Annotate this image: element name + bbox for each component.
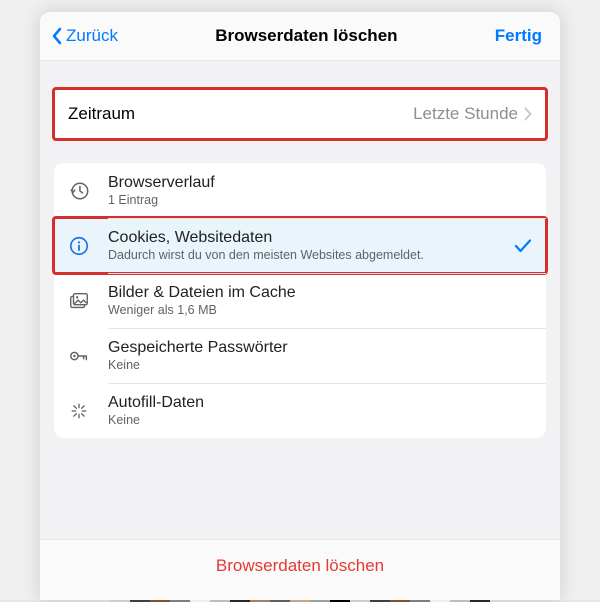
content: Zeitraum Letzte Stunde Browserverlauf 1 … (40, 61, 560, 539)
back-label: Zurück (66, 26, 118, 46)
info-icon (68, 235, 108, 257)
item-cookies[interactable]: Cookies, Websitedaten Dadurch wirst du v… (54, 218, 546, 273)
item-title: Gespeicherte Passwörter (108, 339, 532, 357)
item-passwords[interactable]: Gespeicherte Passwörter Keine (54, 328, 546, 383)
item-text: Gespeicherte Passwörter Keine (108, 339, 532, 372)
time-range-row[interactable]: Zeitraum Letzte Stunde (54, 89, 546, 139)
item-title: Autofill-Daten (108, 394, 532, 412)
item-cache[interactable]: Bilder & Dateien im Cache Weniger als 1,… (54, 273, 546, 328)
checkmark-icon (514, 238, 532, 254)
images-icon (68, 290, 108, 312)
time-range-card: Zeitraum Letzte Stunde (54, 89, 546, 139)
item-text: Cookies, Websitedaten Dadurch wirst du v… (108, 229, 506, 262)
item-title: Cookies, Websitedaten (108, 229, 506, 247)
item-title: Browserverlauf (108, 174, 532, 192)
item-text: Autofill-Daten Keine (108, 394, 532, 427)
item-autofill[interactable]: Autofill-Daten Keine (54, 383, 546, 438)
item-sub: 1 Eintrag (108, 193, 532, 207)
item-sub: Keine (108, 413, 532, 427)
autofill-icon (68, 400, 108, 422)
chevron-right-icon (524, 107, 532, 121)
key-icon (68, 345, 108, 367)
page-title: Browserdaten löschen (215, 26, 397, 46)
item-sub: Dadurch wirst du von den meisten Website… (108, 248, 506, 262)
data-types-card: Browserverlauf 1 Eintrag Cookies, Websit… (54, 163, 546, 438)
time-range-label: Zeitraum (68, 104, 413, 124)
clear-data-button[interactable]: Browserdaten löschen (40, 539, 560, 600)
modal-sheet: Zurück Browserdaten löschen Fertig Zeitr… (40, 12, 560, 600)
chevron-left-icon (50, 26, 64, 46)
done-button[interactable]: Fertig (495, 26, 542, 46)
history-icon (68, 180, 108, 202)
time-range-value: Letzte Stunde (413, 104, 518, 124)
item-title: Bilder & Dateien im Cache (108, 284, 532, 302)
item-text: Browserverlauf 1 Eintrag (108, 174, 532, 207)
item-sub: Keine (108, 358, 532, 372)
nav-bar: Zurück Browserdaten löschen Fertig (40, 12, 560, 61)
item-text: Bilder & Dateien im Cache Weniger als 1,… (108, 284, 532, 317)
item-history[interactable]: Browserverlauf 1 Eintrag (54, 163, 546, 218)
item-sub: Weniger als 1,6 MB (108, 303, 532, 317)
back-button[interactable]: Zurück (50, 26, 118, 46)
